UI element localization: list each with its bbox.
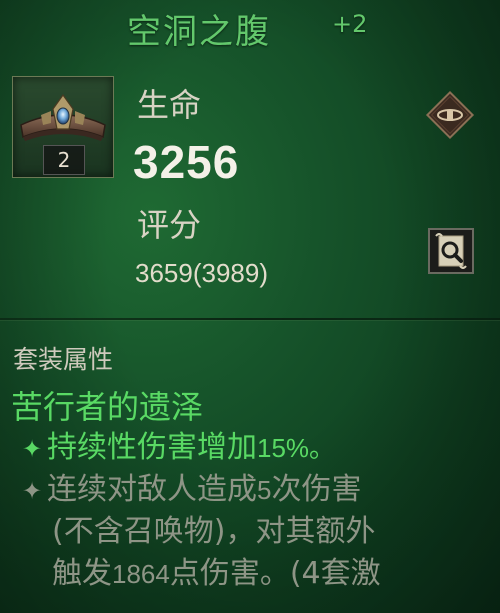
stat-label: 生命 [137,86,202,124]
item-title: 空洞之腹 [127,12,271,52]
set-bonus-active-value: 15%。 [257,433,336,463]
set-bonus-inactive-damage: 1864 [112,559,170,589]
diamond-bullet-icon: ✦ [21,476,43,505]
magnifier-scroll-icon [428,228,474,274]
set-bonus-inactive-text-c: 触发 [52,556,112,591]
section-divider [0,318,500,320]
score-label: 评分 [137,206,202,244]
set-bonus-inactive-line-1: ✦ 连续对敌人造成5次伤害 [17,470,362,511]
score-value: 3659(3989) [135,258,268,288]
item-slot[interactable]: 2 [12,76,114,178]
set-bonus-active-text: 持续性伤害增加 [47,430,257,465]
set-bonus-inactive-line-3: 触发1864点伤害。(4套激 [52,554,381,594]
set-bonus-inactive-text-d: 点伤害。(4套激 [169,556,381,591]
inspect-button[interactable] [426,226,476,276]
item-count: 2 [43,145,85,175]
set-bonus-inactive-text-a: 连续对敌人造成 [47,472,257,507]
set-bonus-inactive-line-2: (不含召唤物)，对其额外 [52,514,376,549]
set-bonus-inactive-text-b: 次伤害 [271,472,362,507]
set-bonus-inactive-hit-count: 5 [257,475,272,505]
set-name: 苦行者的遗泽 [11,388,204,426]
set-bonus-active: ✦ 持续性伤害增加15%。 [17,428,335,469]
diamond-bullet-icon: ✦ [21,434,43,463]
stat-value: 3256 [133,136,240,188]
set-header: 套装属性 [13,345,114,374]
upgrade-level: +2 [332,10,368,38]
belt-compare-icon [425,90,475,140]
compare-belt-button[interactable] [425,90,475,140]
